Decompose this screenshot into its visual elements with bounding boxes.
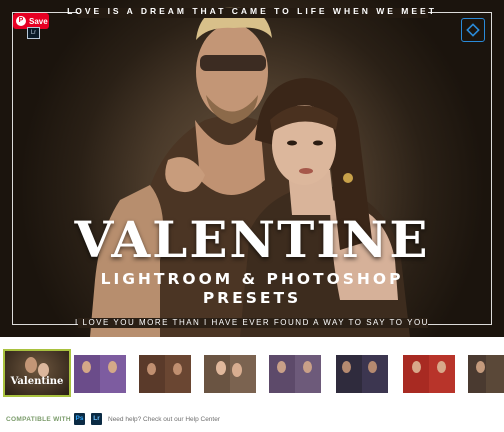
lightroom-badge: Lr: [27, 27, 40, 39]
hero-tagline-bottom: I LOVE YOU MORE THAN I HAVE EVER FOUND A…: [75, 318, 429, 327]
pinterest-icon: P: [16, 16, 26, 26]
compatible-with-label: COMPATIBLE WITH: [6, 416, 71, 423]
hero-subtitle-presets: PRESETS: [202, 289, 302, 307]
thumbnail-strip: Valentine: [0, 349, 504, 397]
hero-image[interactable]: LOVE IS A DREAM THAT CAME TO LIFE WHEN W…: [0, 0, 504, 337]
thumbnail-2[interactable]: [74, 355, 126, 393]
hero-subtitle: LIGHTROOM & PHOTOSHOP: [100, 270, 404, 288]
help-center-link[interactable]: Need help? Check out our Help Center: [108, 416, 220, 423]
photoshop-icon: Ps: [74, 413, 85, 425]
thumbnail-5[interactable]: [269, 355, 321, 393]
thumbnail-caption: Valentine: [10, 376, 64, 387]
save-label: Save: [29, 16, 48, 26]
compatibility-row: COMPATIBLE WITH Ps Lr Need help? Check o…: [0, 410, 504, 430]
thumbnail-3[interactable]: [139, 355, 191, 393]
lightroom-icon: Lr: [91, 413, 102, 425]
thumbnail-7[interactable]: [403, 355, 455, 393]
hero-tagline-top: LOVE IS A DREAM THAT CAME TO LIFE WHEN W…: [67, 6, 437, 16]
hero-title: VALENTINE: [74, 210, 430, 269]
thumbnail-4[interactable]: [204, 355, 256, 393]
thumbnail-8[interactable]: [468, 355, 504, 393]
thumbnail-6[interactable]: [336, 355, 388, 393]
thumbnail-1[interactable]: Valentine: [3, 349, 71, 397]
diamond-logo-icon: [461, 18, 485, 42]
